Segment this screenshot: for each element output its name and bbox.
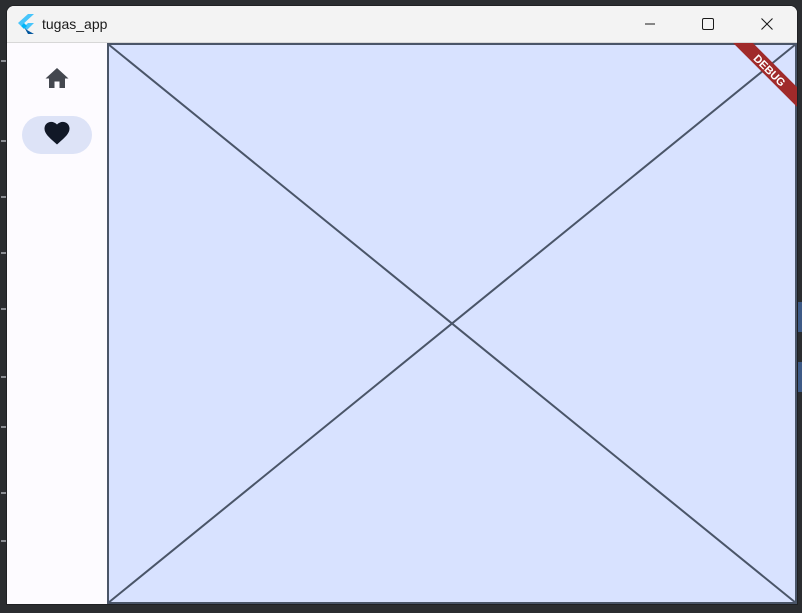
maximize-button[interactable] — [679, 6, 737, 42]
home-icon — [44, 66, 70, 95]
desktop-background-bottom — [0, 603, 802, 613]
window-title: tugas_app — [42, 16, 108, 32]
heart-icon — [43, 120, 71, 151]
flutter-logo-icon — [17, 14, 35, 34]
background-band — [797, 302, 802, 332]
background-band — [797, 362, 802, 392]
close-icon — [761, 18, 773, 30]
nav-rail-item-home[interactable] — [22, 61, 92, 99]
minimize-button[interactable] — [621, 6, 679, 42]
close-button[interactable] — [738, 6, 796, 42]
main-content-area: DEBUG — [107, 43, 797, 604]
app-content: DEBUG — [7, 43, 797, 604]
navigation-rail — [7, 43, 107, 604]
app-window: tugas_app DEBUG — [7, 6, 797, 604]
title-bar[interactable]: tugas_app — [7, 6, 797, 43]
nav-rail-item-favorites[interactable] — [22, 116, 92, 154]
maximize-icon — [702, 18, 714, 30]
image-placeholder — [107, 43, 797, 604]
minimize-icon — [644, 18, 656, 30]
